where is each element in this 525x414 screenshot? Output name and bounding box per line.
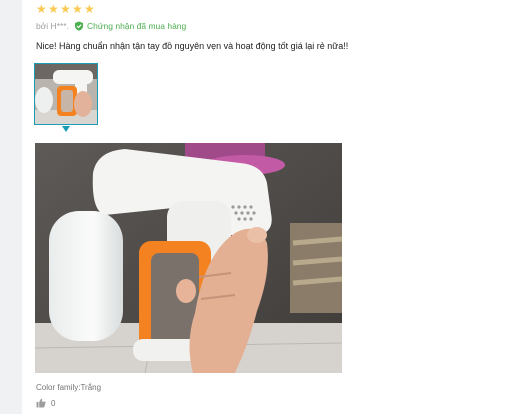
verified-label: Chứng nhận đã mua hàng [86,21,187,31]
shield-check-icon [74,21,83,31]
star-icon: ★ [84,2,95,16]
thumbnail-image [35,64,97,124]
product-photo [34,143,343,374]
review-text: Nice! Hàng chuẩn nhận tận tay đồ nguyên … [36,41,349,51]
verified-purchase-badge: Chứng nhận đã mua hàng [74,21,186,31]
rating-stars: ★ ★ ★ ★ ★ [36,2,95,16]
review-author: bởi H***. [36,21,69,31]
color-family-label: Color family:Trắng [36,383,102,392]
review-card: ★ ★ ★ ★ ★ bởi H***. Chứng nhận đã mua hà… [22,0,525,414]
like-button[interactable]: 0 [36,398,55,408]
star-icon: ★ [36,2,47,16]
thumbs-up-icon [36,398,46,408]
star-icon: ★ [60,2,71,16]
review-image-thumbnail[interactable] [34,63,98,125]
like-count: 0 [51,398,56,408]
star-icon: ★ [72,2,83,16]
star-icon: ★ [48,2,59,16]
thumbnail-selected-caret [62,126,70,132]
review-meta: bởi H***. Chứng nhận đã mua hàng [36,21,186,31]
review-image-large[interactable] [34,143,343,374]
